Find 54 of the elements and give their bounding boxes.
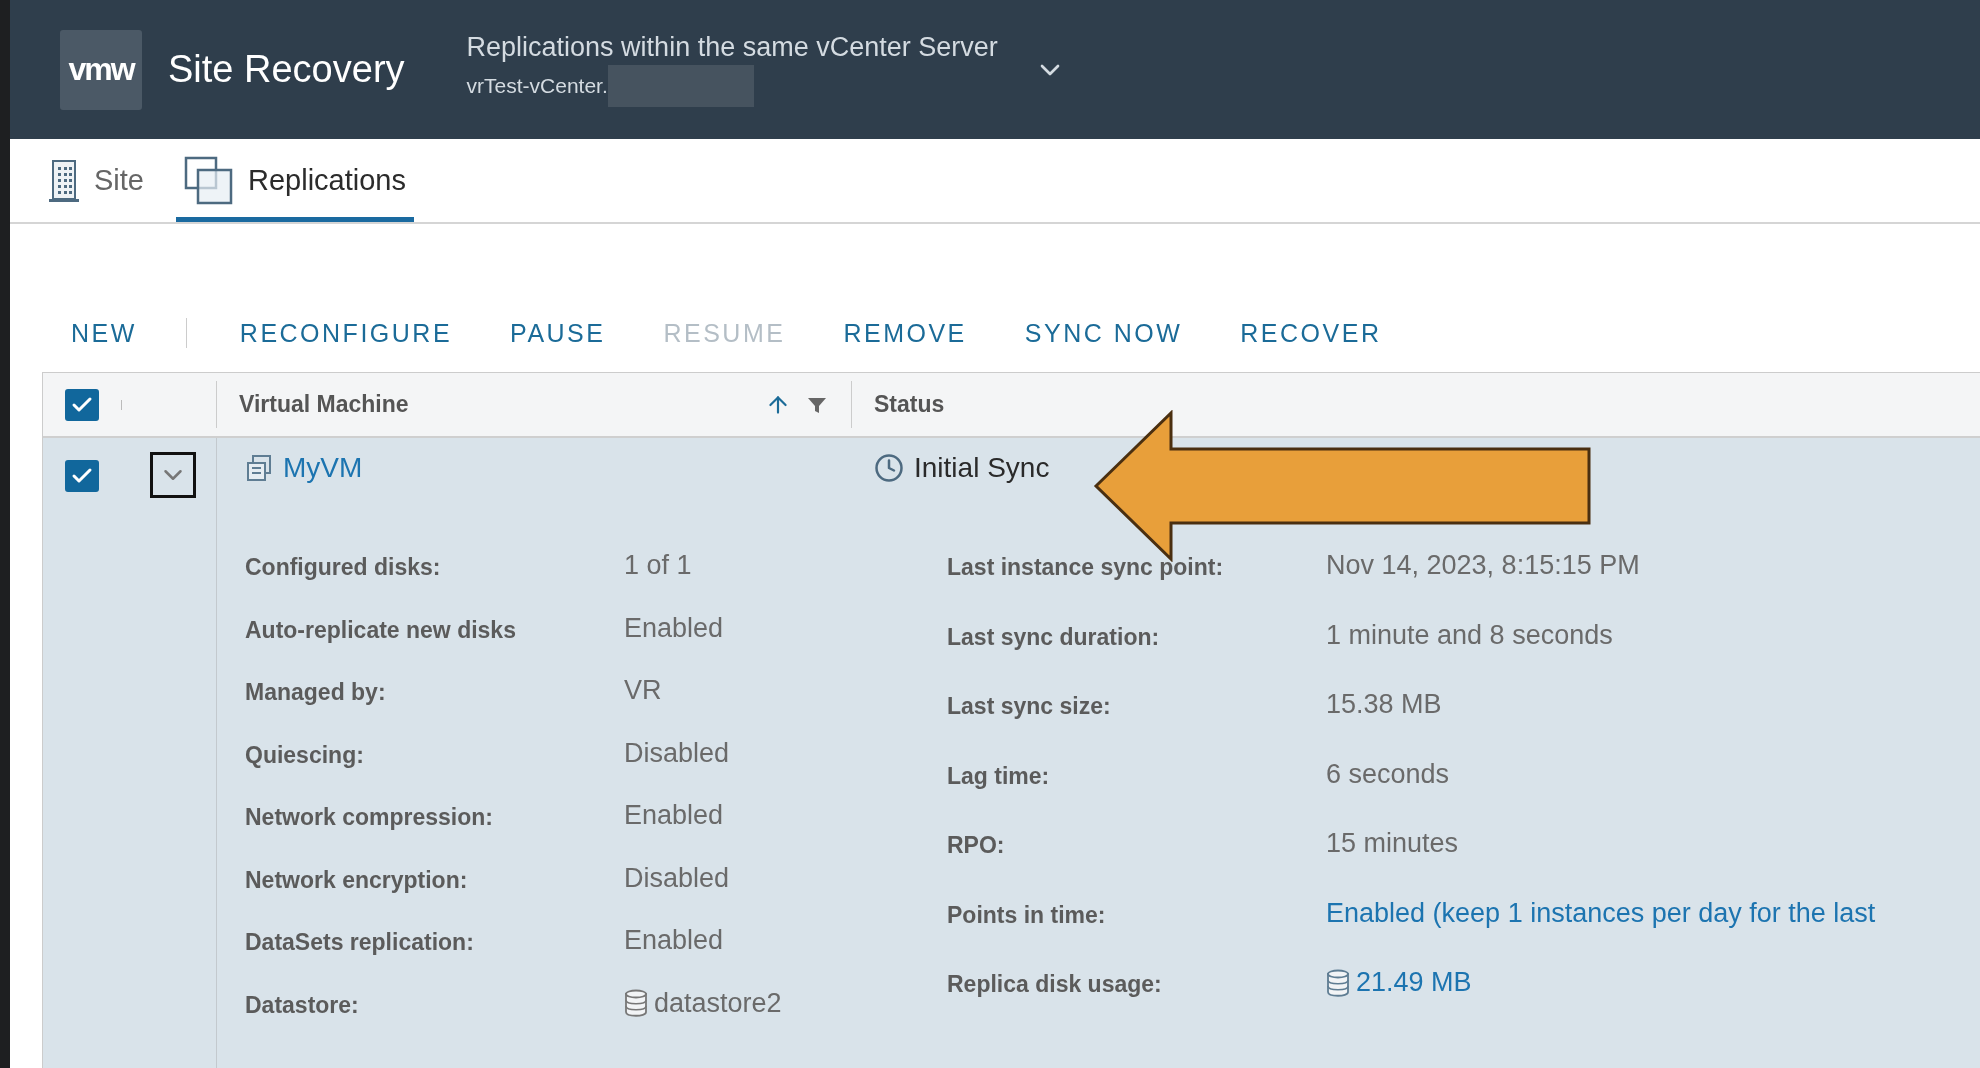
detail-label: Network compression: <box>245 804 494 831</box>
toolbar-button[interactable]: NEW <box>42 318 166 348</box>
clock-icon <box>874 453 904 483</box>
overlapping-squares-icon <box>184 155 234 206</box>
detail-label: Lag time: <box>947 762 1051 790</box>
toolbar-button[interactable]: PAUSE <box>481 318 635 348</box>
detail-value: Enabled <box>624 925 725 956</box>
detail-label: DataSets replication: <box>245 929 475 956</box>
toolbar-button[interactable]: RECOVER <box>1211 318 1411 348</box>
detail-value: 1 of 1 <box>624 550 693 581</box>
detail-label: Last sync size: <box>947 693 1112 720</box>
detail-value: Enabled <box>624 612 725 644</box>
detail-label: Managed by: <box>245 679 387 706</box>
tab[interactable]: Site <box>40 139 152 222</box>
detail-value: VR <box>624 675 663 706</box>
datastore-name: datastore2 <box>654 987 782 1019</box>
toolbar-button[interactable]: RECONFIGURE <box>210 318 482 348</box>
detail-value: 1 minute and 8 seconds <box>1326 619 1614 651</box>
detail-label: Points in time: <box>947 901 1107 929</box>
expand-toggle[interactable] <box>150 452 196 498</box>
detail-label: Last sync duration: <box>947 623 1161 651</box>
vm-icon <box>245 454 273 482</box>
detail-label: Datastore: <box>245 991 360 1019</box>
detail-label: RPO: <box>947 832 1006 859</box>
disk-usage-link[interactable]: 21.49 MB <box>1356 967 1472 998</box>
detail-value: Disabled <box>624 737 731 769</box>
context-title: Replications within the same vCenter Server <box>466 32 998 63</box>
detail-label: Replica disk usage: <box>947 971 1163 998</box>
detail-value: 15 minutes <box>1326 828 1460 859</box>
toolbar-button[interactable]: REMOVE <box>814 318 996 348</box>
select-all-checkbox[interactable] <box>65 388 99 421</box>
detail-label: Auto-replicate new disks <box>245 616 517 644</box>
detail-value: 6 seconds <box>1326 758 1451 790</box>
detail-label: Quiescing: <box>245 741 365 769</box>
column-header[interactable]: Virtual Machine <box>239 391 749 418</box>
database-icon <box>1326 968 1350 997</box>
context-subtitle: vrTest-vCenter. <box>466 74 608 98</box>
detail-label: Last instance sync point: <box>947 554 1225 581</box>
tab[interactable]: Replications <box>176 139 414 222</box>
detail-link[interactable]: Enabled (keep 1 instances per day for the last <box>1326 897 1980 929</box>
row-checkbox[interactable] <box>65 460 99 492</box>
detail-value: Nov 14, 2023, 8:15:15 PM <box>1326 550 1641 581</box>
detail-value: Enabled <box>624 800 725 831</box>
detail-value: Disabled <box>624 862 731 894</box>
detail-value: 15.38 MB <box>1326 689 1443 720</box>
database-icon <box>624 989 648 1017</box>
logo: vmw <box>60 29 142 110</box>
vm-link[interactable]: MyVM <box>217 452 852 484</box>
detail-label: Configured disks: <box>245 554 442 581</box>
status-text: Initial Sync <box>914 452 1050 484</box>
app-title: Site Recovery <box>168 48 405 91</box>
column-header[interactable]: Status <box>874 391 1980 418</box>
detail-label: Network encryption: <box>245 866 469 894</box>
toolbar-button[interactable]: SYNC NOW <box>995 318 1212 348</box>
